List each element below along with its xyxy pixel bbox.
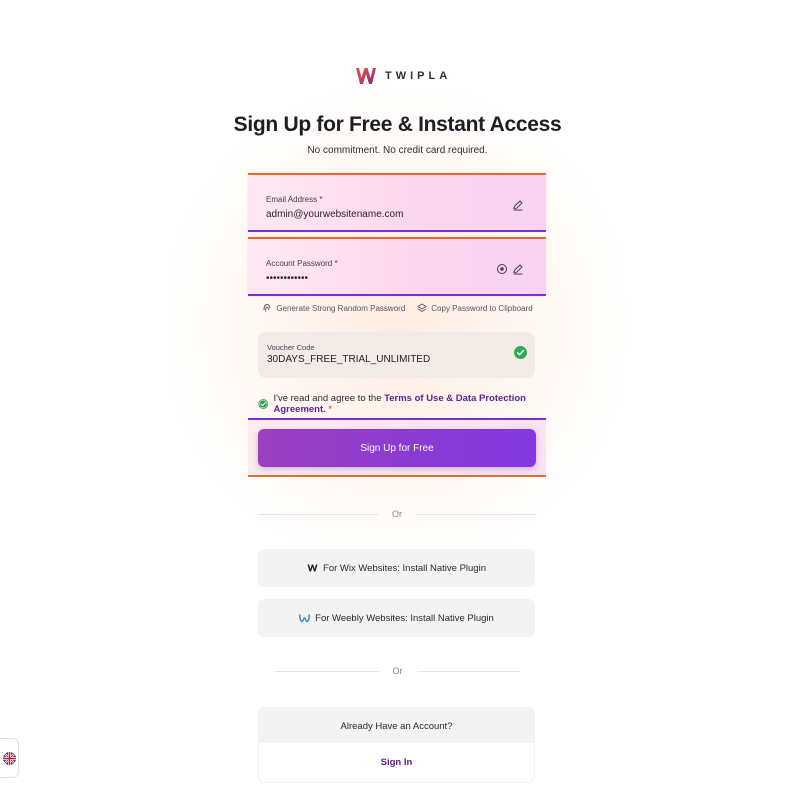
divider-line: [416, 670, 520, 672]
brand-logo: TWIPLA: [355, 66, 451, 86]
language-selector[interactable]: [0, 738, 19, 778]
email-field[interactable]: Email Address * admin@yourwebsitename.co…: [248, 173, 546, 232]
wix-icon: [307, 564, 318, 572]
required-mark: *: [328, 404, 333, 415]
divider-line: [258, 513, 378, 515]
copy-password-label: Copy Password to Clipboard: [431, 303, 533, 313]
voucher-field[interactable]: Voucher Code 30DAYS_FREE_TRIAL_UNLIMITED: [258, 332, 535, 378]
voucher-label: Voucher Code: [267, 343, 315, 352]
copy-layers-icon: [417, 303, 428, 313]
brand-name: TWIPLA: [385, 70, 452, 82]
password-input[interactable]: ••••••••••••: [266, 273, 308, 284]
divider-line: [275, 670, 379, 672]
voucher-input[interactable]: 30DAYS_FREE_TRIAL_UNLIMITED: [267, 354, 430, 365]
password-field[interactable]: Account Password * ••••••••••••: [248, 237, 546, 296]
edit-icon[interactable]: [512, 199, 524, 211]
signin-button[interactable]: Sign In: [259, 743, 534, 782]
weebly-plugin-button[interactable]: For Weebly Websites: Install Native Plug…: [258, 599, 535, 637]
existing-account-question: Already Have an Account?: [340, 721, 453, 732]
copy-password-button[interactable]: Copy Password to Clipboard: [417, 303, 533, 313]
page-title: Sign Up for Free & Instant Access: [233, 113, 562, 136]
agreement-checkbox[interactable]: [258, 398, 269, 410]
wix-plugin-button[interactable]: For Wix Websites: Install Native Plugin: [258, 549, 535, 587]
or-divider: Or: [275, 665, 520, 677]
divider-text: Or: [392, 509, 402, 519]
agreement-row: I've read and agree to the Terms of Use …: [258, 393, 548, 415]
weebly-icon: [299, 614, 311, 623]
weebly-plugin-label: For Weebly Websites: Install Native Plug…: [315, 612, 494, 624]
divider-line: [416, 513, 536, 515]
email-input[interactable]: admin@yourwebsitename.com: [266, 209, 403, 220]
page-subtitle: No commitment. No credit card required.: [307, 145, 488, 156]
or-divider: Or: [258, 508, 536, 520]
generate-password-button[interactable]: Generate Strong Random Password: [262, 303, 405, 313]
email-label: Email Address *: [266, 195, 323, 204]
signup-button[interactable]: Sign Up for Free: [258, 429, 536, 467]
existing-account-box: Already Have an Account? Sign In: [258, 707, 535, 783]
uk-flag-icon: [2, 751, 16, 765]
password-helpers: Generate Strong Random Password Copy Pas…: [0, 303, 795, 313]
divider-text: Or: [392, 666, 403, 676]
signup-button-frame: Sign Up for Free: [248, 418, 546, 477]
generate-password-label: Generate Strong Random Password: [276, 303, 406, 313]
edit-icon[interactable]: [512, 263, 524, 275]
background-glow: [170, 90, 625, 560]
check-circle-icon: [514, 346, 527, 359]
twipla-logo-icon: [356, 68, 376, 84]
wix-plugin-label: For Wix Websites: Install Native Plugin: [323, 562, 486, 574]
eye-icon[interactable]: [496, 263, 508, 275]
agreement-text: I've read and agree to the: [273, 393, 382, 404]
password-label: Account Password *: [266, 259, 338, 268]
fingerprint-icon: [263, 304, 271, 312]
